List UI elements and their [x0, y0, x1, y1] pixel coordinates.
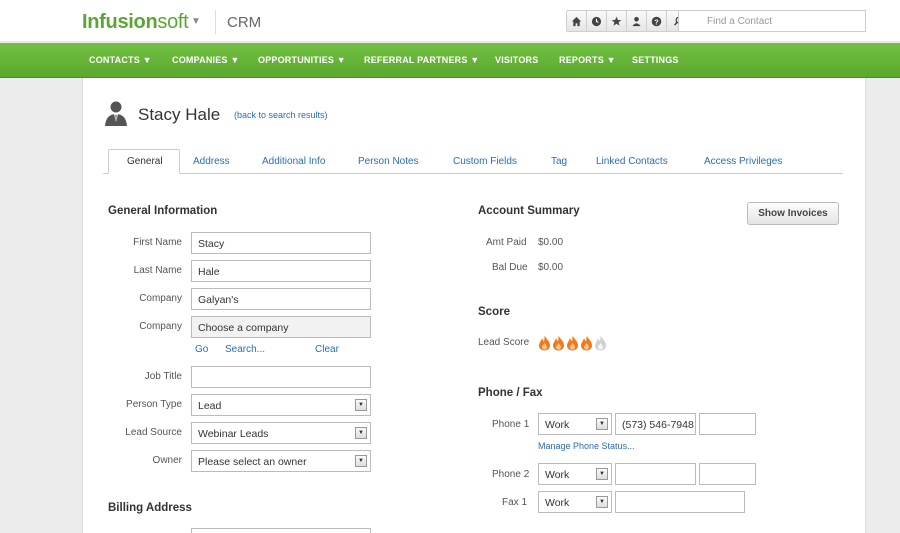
tabs-divider [103, 173, 843, 174]
clock-icon[interactable] [587, 11, 607, 31]
phone1-number-value: (573) 546-7948 [622, 419, 694, 431]
score-heading: Score [478, 306, 510, 318]
home-icon[interactable] [567, 11, 587, 31]
last-name-label: Last Name [133, 265, 182, 276]
lead-source-label: Lead Source [125, 427, 182, 438]
main-nav: CONTACTS ▼ COMPANIES ▼ OPPORTUNITIES ▼ R… [0, 43, 900, 78]
phone2-type-value: Work [545, 469, 570, 481]
tab-person-notes[interactable]: Person Notes [358, 156, 419, 167]
phone1-number-field[interactable]: (573) 546-7948 [615, 413, 696, 435]
general-information-heading: General Information [108, 205, 218, 217]
phone1-type-select[interactable]: Work ▼ [538, 413, 612, 435]
lead-source-select[interactable]: Webinar Leads ▼ [191, 422, 371, 444]
amt-paid-value: $0.00 [538, 237, 564, 248]
phone1-extension-field[interactable] [699, 413, 756, 435]
search-placeholder: Find a Contact [707, 16, 773, 27]
last-name-field[interactable]: Hale [191, 260, 371, 282]
owner-select[interactable]: Please select an owner ▼ [191, 450, 371, 472]
nav-settings[interactable]: SETTINGS [632, 55, 679, 65]
chevron-down-icon: ▼ [355, 427, 367, 439]
help-icon[interactable]: ? [647, 11, 667, 31]
star-icon[interactable] [607, 11, 627, 31]
phone1-type-value: Work [545, 419, 570, 431]
fax1-type-value: Work [545, 497, 570, 509]
person-type-label: Person Type [126, 399, 182, 410]
company-chooser-label: Company [139, 321, 182, 332]
chevron-down-icon: ▼ [596, 468, 608, 480]
lead-score-label: Lead Score [478, 337, 530, 348]
nav-companies[interactable]: COMPANIES ▼ [172, 55, 239, 65]
person-type-select[interactable]: Lead ▼ [191, 394, 371, 416]
divider [215, 10, 216, 34]
chevron-down-icon: ▼ [596, 496, 608, 508]
billing-address-heading: Billing Address [108, 502, 192, 514]
tab-linked-contacts[interactable]: Linked Contacts [596, 156, 668, 167]
first-name-label: First Name [133, 237, 182, 248]
company-search-link[interactable]: Search... [225, 344, 265, 355]
contact-name-heading: Stacy Hale [138, 105, 221, 124]
owner-label: Owner [152, 455, 182, 466]
flame-icon-filled[interactable] [580, 335, 593, 351]
nav-visitors[interactable]: VISITORS [495, 55, 538, 65]
phone2-number-field[interactable] [615, 463, 696, 485]
manage-phone-status-link[interactable]: Manage Phone Status... [538, 441, 635, 451]
first-name-field[interactable]: Stacy [191, 232, 371, 254]
nav-opportunities[interactable]: OPPORTUNITIES ▼ [258, 55, 346, 65]
phone2-extension-field[interactable] [699, 463, 756, 485]
lead-source-value: Webinar Leads [198, 428, 269, 440]
flame-icon-filled[interactable] [538, 335, 551, 351]
top-bar: Infusionsoft ▼ CRM ? Find a Contact [0, 0, 900, 42]
quick-icon-bar: ? [566, 10, 696, 32]
account-summary-heading: Account Summary [478, 205, 580, 217]
tab-custom-fields[interactable]: Custom Fields [453, 156, 517, 167]
fax1-label: Fax 1 [502, 497, 528, 508]
app-switcher-caret-icon[interactable]: ▼ [191, 16, 201, 27]
fax1-type-select[interactable]: Work ▼ [538, 491, 612, 513]
tab-additional-info[interactable]: Additional Info [262, 156, 325, 167]
tab-general[interactable]: General [127, 156, 163, 167]
billing-address-field[interactable] [191, 528, 371, 533]
flame-icon-filled[interactable] [552, 335, 565, 351]
job-title-label: Job Title [144, 371, 182, 382]
owner-value: Please select an owner [198, 456, 307, 468]
chevron-down-icon: ▼ [355, 399, 367, 411]
contact-person-icon [103, 100, 129, 126]
company-chooser-field[interactable]: Choose a company [191, 316, 371, 338]
flame-icon-filled[interactable] [566, 335, 579, 351]
find-contact-input[interactable]: Find a Contact [678, 10, 866, 32]
phone-fax-heading: Phone / Fax [478, 387, 543, 399]
person-type-value: Lead [198, 400, 222, 412]
phone1-label: Phone 1 [492, 419, 530, 430]
job-title-field[interactable] [191, 366, 371, 388]
fax1-number-field[interactable] [615, 491, 745, 513]
company-label: Company [139, 293, 182, 304]
logo-bold: Infusion [82, 11, 158, 33]
tab-access-privileges[interactable]: Access Privileges [704, 156, 782, 167]
company-clear-link[interactable]: Clear [315, 344, 339, 355]
amt-paid-label: Amt Paid [486, 237, 527, 248]
company-go-link[interactable]: Go [195, 344, 208, 355]
infusionsoft-logo[interactable]: Infusionsoft [82, 11, 189, 34]
person-icon[interactable] [627, 11, 647, 31]
lead-score-flames[interactable] [538, 335, 607, 351]
chevron-down-icon: ▼ [355, 455, 367, 467]
nav-contacts[interactable]: CONTACTS ▼ [89, 55, 152, 65]
bal-due-label: Bal Due [492, 262, 528, 273]
svg-text:?: ? [654, 17, 659, 26]
nav-reports[interactable]: REPORTS ▼ [559, 55, 616, 65]
logo-light: soft [157, 11, 189, 33]
nav-referral-partners[interactable]: REFERRAL PARTNERS ▼ [364, 55, 479, 65]
flame-icon-empty[interactable] [594, 335, 607, 351]
phone2-type-select[interactable]: Work ▼ [538, 463, 612, 485]
bal-due-value: $0.00 [538, 262, 564, 273]
company-field[interactable]: Galyan's [191, 288, 371, 310]
phone2-label: Phone 2 [492, 469, 530, 480]
back-to-search-link[interactable]: (back to search results) [234, 110, 328, 120]
app-section-title: CRM [227, 14, 262, 31]
chevron-down-icon: ▼ [596, 418, 608, 430]
tab-address[interactable]: Address [193, 156, 230, 167]
show-invoices-button[interactable]: Show Invoices [747, 202, 839, 225]
tab-tag[interactable]: Tag [551, 156, 567, 167]
